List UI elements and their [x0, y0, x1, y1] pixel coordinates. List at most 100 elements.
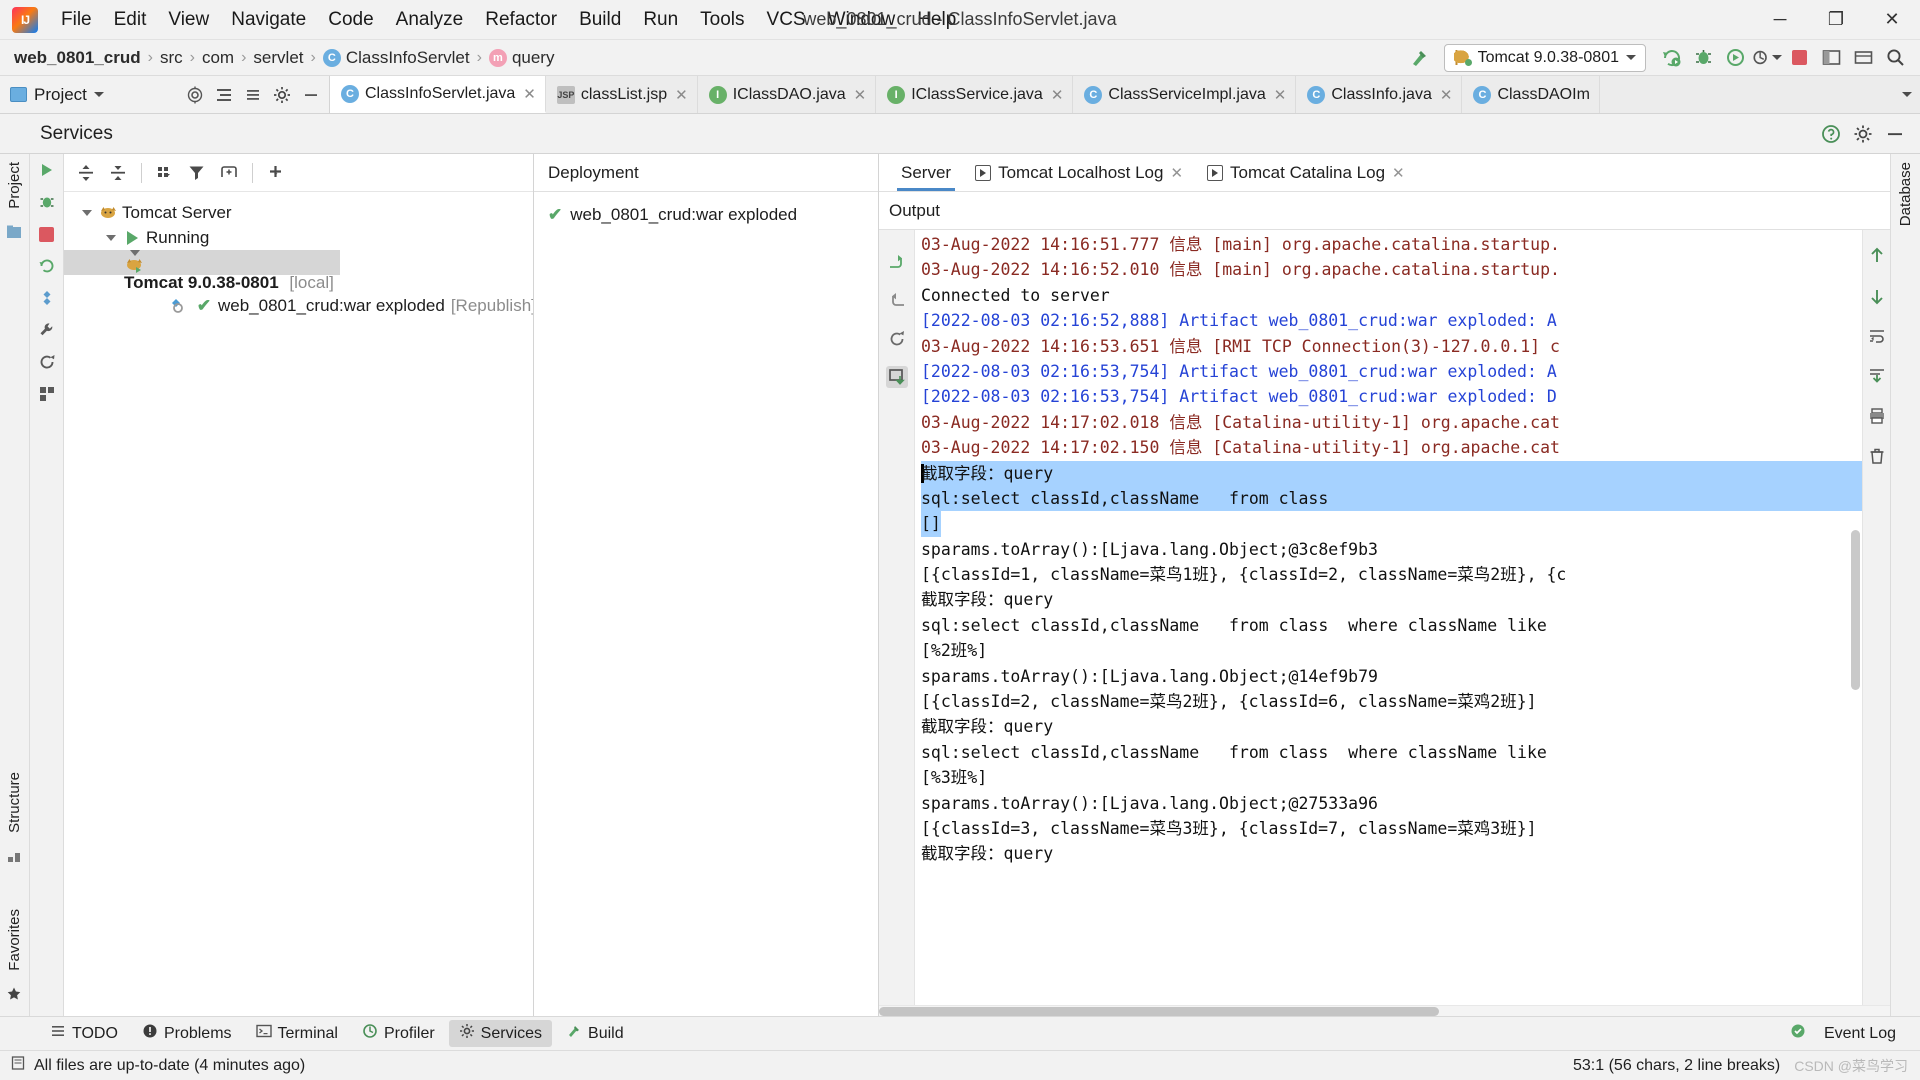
soft-wrap-icon[interactable] — [1867, 326, 1887, 346]
hide-panel-icon[interactable] — [298, 82, 324, 108]
menu-navigate[interactable]: Navigate — [220, 5, 317, 35]
locate-icon[interactable] — [182, 82, 208, 108]
wrench-icon[interactable] — [37, 320, 57, 340]
tool-button-problems[interactable]: Problems — [132, 1020, 242, 1047]
filter-icon[interactable] — [183, 159, 211, 187]
editor-tab-iclassdao[interactable]: I IClassDAO.java ✕ — [697, 76, 877, 113]
menu-edit[interactable]: Edit — [103, 5, 158, 35]
editor-tab-classserviceimpl[interactable]: C ClassServiceImpl.java ✕ — [1073, 76, 1297, 113]
star-icon[interactable] — [6, 986, 24, 1004]
breadcrumb-classinfoservlet[interactable]: C ClassInfoServlet — [322, 48, 470, 68]
tool-button-todo[interactable]: TODO — [40, 1020, 128, 1047]
console-tab-server[interactable]: Server — [889, 154, 963, 191]
project-files-icon[interactable] — [6, 224, 24, 242]
update-resources-icon[interactable] — [885, 366, 908, 388]
stop-icon[interactable] — [37, 224, 57, 244]
search-icon[interactable] — [1880, 43, 1910, 73]
tool-button-build[interactable]: Build — [556, 1020, 634, 1047]
menu-code[interactable]: Code — [317, 5, 384, 35]
editor-tab-classlist-jsp[interactable]: JSP classList.jsp ✕ — [545, 76, 698, 113]
structure-icon[interactable] — [6, 848, 24, 866]
deployment-item[interactable]: ✔ web_0801_crud:war exploded — [534, 202, 878, 228]
redeploy-icon[interactable] — [886, 328, 908, 350]
chevron-down-icon[interactable] — [100, 234, 122, 241]
console-tab-localhost-log[interactable]: Tomcat Localhost Log ✕ — [963, 154, 1195, 191]
close-icon[interactable]: ✕ — [1440, 86, 1453, 104]
scroll-to-end-icon[interactable] — [1867, 366, 1887, 386]
undeploy-icon[interactable] — [886, 290, 908, 312]
menu-view[interactable]: View — [157, 5, 220, 35]
close-icon[interactable]: ✕ — [523, 85, 536, 103]
breadcrumb-query[interactable]: m query — [488, 48, 554, 68]
console-tab-catalina-log[interactable]: Tomcat Catalina Log ✕ — [1195, 154, 1417, 191]
close-button[interactable]: ✕ — [1864, 0, 1920, 40]
help-icon[interactable] — [1818, 121, 1844, 147]
collapse-all-icon[interactable] — [211, 82, 237, 108]
tool-button-structure[interactable]: Structure — [6, 764, 23, 841]
tree-node-tomcat-instance[interactable]: Tomcat 9.0.38-0801 [local] — [64, 250, 340, 292]
console-inner-scrollbar[interactable] — [1851, 530, 1860, 690]
expand-icon[interactable] — [240, 82, 266, 108]
minimize-button[interactable]: ─ — [1752, 0, 1808, 40]
rerun-icon[interactable] — [1656, 43, 1686, 73]
settings-gear-icon[interactable] — [1850, 121, 1876, 147]
menu-analyze[interactable]: Analyze — [385, 5, 475, 35]
chevron-down-icon[interactable] — [93, 92, 104, 97]
breadcrumb-com[interactable]: com — [202, 48, 234, 68]
tool-button-favorites[interactable]: Favorites — [6, 901, 23, 979]
grid-icon[interactable] — [37, 384, 57, 404]
chevron-down-icon[interactable] — [76, 209, 98, 216]
close-icon[interactable]: ✕ — [1392, 164, 1405, 182]
tool-button-services[interactable]: Services — [448, 1020, 553, 1047]
stop-button[interactable] — [1784, 43, 1814, 73]
editor-tab-classinfoservlet[interactable]: C ClassInfoServlet.java ✕ — [330, 76, 546, 113]
new-tab-icon[interactable] — [215, 159, 243, 187]
layout-icon[interactable] — [1816, 43, 1846, 73]
hide-panel-icon[interactable] — [1882, 121, 1908, 147]
settings-gear-icon[interactable] — [269, 82, 295, 108]
rerun-artifact-icon[interactable] — [886, 252, 908, 274]
debug-icon[interactable] — [1688, 43, 1718, 73]
breadcrumb-src[interactable]: src — [160, 48, 183, 68]
menu-help[interactable]: Help — [906, 5, 967, 35]
run-icon[interactable] — [37, 160, 57, 180]
editor-tab-iclassservice[interactable]: I IClassService.java ✕ — [876, 76, 1074, 113]
menu-tools[interactable]: Tools — [689, 5, 755, 35]
tree-node-running[interactable]: Running — [64, 225, 533, 250]
close-icon[interactable]: ✕ — [1274, 86, 1287, 104]
tool-button-profiler[interactable]: Profiler — [352, 1020, 445, 1047]
tree-node-tomcat-server[interactable]: Tomcat Server — [64, 200, 533, 225]
tool-button-terminal[interactable]: Terminal — [246, 1020, 348, 1047]
menu-build[interactable]: Build — [568, 5, 632, 35]
menu-run[interactable]: Run — [632, 5, 689, 35]
tree-node-artifact[interactable]: ✔ web_0801_crud:war exploded [Republish] — [64, 293, 533, 318]
trash-icon[interactable] — [1867, 446, 1887, 466]
close-icon[interactable]: ✕ — [854, 86, 867, 104]
menu-refactor[interactable]: Refactor — [474, 5, 568, 35]
refresh-icon[interactable] — [37, 352, 57, 372]
maximize-button[interactable]: ❐ — [1808, 0, 1864, 40]
collapse-all-icon[interactable] — [104, 159, 132, 187]
tool-button-database[interactable]: Database — [1897, 154, 1914, 234]
breadcrumb-project[interactable]: web_0801_crud — [14, 48, 141, 68]
group-by-icon[interactable] — [151, 159, 179, 187]
console-output[interactable]: 03-Aug-2022 14:16:51.777 信息 [main] org.a… — [915, 230, 1862, 1005]
arrow-down-icon[interactable] — [1867, 286, 1887, 306]
caret-position[interactable]: 53:1 (56 chars, 2 line breaks) — [1573, 1057, 1780, 1075]
restart-icon[interactable] — [37, 256, 57, 276]
deploy-icon[interactable] — [37, 288, 57, 308]
editor-tab-classinfo[interactable]: C ClassInfo.java ✕ — [1296, 76, 1463, 113]
close-icon[interactable]: ✕ — [1170, 164, 1183, 182]
menu-file[interactable]: File — [50, 5, 103, 35]
console-horizontal-scrollbar[interactable] — [879, 1005, 1890, 1016]
editor-tab-classdaoimpl[interactable]: C ClassDAOIm — [1462, 76, 1600, 113]
tabs-overflow-button[interactable] — [1894, 76, 1920, 113]
run-coverage-icon[interactable] — [1720, 43, 1750, 73]
menu-vcs[interactable]: VCS — [756, 5, 817, 35]
arrow-up-icon[interactable] — [1867, 246, 1887, 266]
close-icon[interactable]: ✕ — [1051, 86, 1064, 104]
print-icon[interactable] — [1867, 406, 1887, 426]
breadcrumb-servlet[interactable]: servlet — [253, 48, 303, 68]
tool-button-project[interactable]: Project — [6, 154, 23, 217]
build-icon[interactable] — [1404, 43, 1434, 73]
